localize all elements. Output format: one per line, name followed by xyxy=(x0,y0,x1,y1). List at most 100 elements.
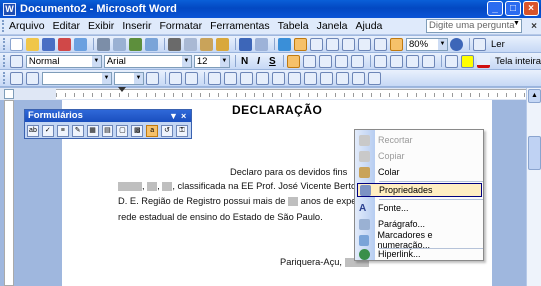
context-item-copy[interactable]: Copiar xyxy=(357,149,482,163)
text-field-icon[interactable]: ab xyxy=(27,124,39,137)
split-cells-icon[interactable] xyxy=(240,71,253,85)
read-button-label[interactable]: Ler xyxy=(491,39,505,50)
autosum-icon[interactable] xyxy=(368,71,381,85)
chevron-down-icon[interactable]: ▼ xyxy=(91,55,101,67)
align-center-icon[interactable] xyxy=(303,54,317,68)
help-icon[interactable] xyxy=(450,37,463,51)
close-button[interactable]: × xyxy=(523,1,539,16)
toolbar-grip-icon[interactable] xyxy=(3,38,7,50)
toolbar-grip-icon[interactable] xyxy=(3,72,7,84)
distribute-columns-icon[interactable] xyxy=(288,71,301,85)
protect-form-icon[interactable]: ⚿ xyxy=(176,124,188,137)
draw-table-icon[interactable] xyxy=(10,71,23,85)
align-cell-icon[interactable] xyxy=(256,71,269,85)
new-document-icon[interactable] xyxy=(10,37,23,51)
borders-icon[interactable] xyxy=(445,54,459,68)
context-item-paste[interactable]: Colar xyxy=(357,165,482,179)
form-field[interactable] xyxy=(118,182,142,192)
outside-border-icon[interactable] xyxy=(169,71,182,85)
menu-ferramentas[interactable]: Ferramentas xyxy=(206,20,274,32)
field-shading-icon[interactable]: ▩ xyxy=(131,124,144,137)
font-size-select[interactable]: 12 ▼ xyxy=(193,54,230,68)
spelling-icon[interactable] xyxy=(129,37,142,51)
bold-button[interactable]: N xyxy=(239,56,251,67)
help-question-input[interactable]: Digite uma pergunta xyxy=(426,19,522,33)
sort-descending-icon[interactable] xyxy=(352,71,365,85)
shading-color-icon[interactable] xyxy=(185,71,198,85)
decrease-indent-icon[interactable] xyxy=(406,54,420,68)
save-icon[interactable] xyxy=(42,37,55,51)
context-item-bullets[interactable]: Marcadores e numeração... xyxy=(357,230,482,250)
drawing-icon[interactable] xyxy=(358,37,371,51)
styles-pane-icon[interactable] xyxy=(9,54,23,68)
line-weight-select[interactable]: ▼ xyxy=(114,71,144,85)
context-item-paragraph[interactable]: Parágrafo... xyxy=(357,217,482,231)
word-app-icon[interactable]: W xyxy=(3,2,16,16)
insert-excel-icon[interactable] xyxy=(326,37,339,51)
form-field[interactable] xyxy=(162,182,173,192)
dropdown-field-icon[interactable]: ≡ xyxy=(56,124,69,137)
context-item-hyperlink[interactable]: Hiperlink... xyxy=(357,247,482,261)
font-select[interactable]: Arial ▼ xyxy=(103,54,192,68)
form-field[interactable] xyxy=(147,182,158,192)
context-item-properties[interactable]: Propriedades xyxy=(357,183,482,197)
maximize-button[interactable]: □ xyxy=(505,1,521,16)
field-options-icon[interactable]: ✎ xyxy=(71,124,84,137)
form-field-shading-icon[interactable]: a xyxy=(146,124,159,137)
menu-exibir[interactable]: Exibir xyxy=(84,20,118,32)
tables-borders-icon[interactable] xyxy=(294,37,307,51)
forms-toolbar-title[interactable]: Formulários ▼ × xyxy=(25,110,191,122)
highlight-icon[interactable] xyxy=(461,54,475,68)
line-spacing-icon[interactable] xyxy=(351,54,365,68)
horizontal-ruler[interactable] xyxy=(56,89,526,99)
chevron-down-icon[interactable]: ▼ xyxy=(102,72,111,84)
email-icon[interactable] xyxy=(74,37,87,51)
menu-editar[interactable]: Editar xyxy=(49,20,84,32)
menu-tabela[interactable]: Tabela xyxy=(274,20,313,32)
format-painter-icon[interactable] xyxy=(216,37,229,51)
distribute-rows-icon[interactable] xyxy=(272,71,285,85)
increase-indent-icon[interactable] xyxy=(422,54,436,68)
align-left-icon[interactable] xyxy=(287,54,301,68)
close-icon[interactable]: × xyxy=(181,110,186,122)
menu-ajuda[interactable]: Ajuda xyxy=(352,20,387,32)
insert-table-icon[interactable]: ▤ xyxy=(101,124,114,137)
vertical-scrollbar[interactable]: ▲ xyxy=(526,88,541,286)
document-map-icon[interactable] xyxy=(374,37,387,51)
checkbox-field-icon[interactable]: ✓ xyxy=(41,124,54,137)
form-field[interactable] xyxy=(288,197,299,207)
numbering-icon[interactable] xyxy=(374,54,388,68)
border-color-icon[interactable] xyxy=(146,71,159,85)
context-item-font[interactable]: A Fonte... xyxy=(357,201,482,215)
sort-ascending-icon[interactable] xyxy=(336,71,349,85)
cut-icon[interactable] xyxy=(168,37,181,51)
menu-formatar[interactable]: Formatar xyxy=(156,20,207,32)
toolbar-options-icon[interactable]: ▼ xyxy=(169,110,178,122)
zoom-select[interactable]: 80% ▼ xyxy=(406,37,448,51)
print-preview-icon[interactable] xyxy=(113,37,126,51)
minimize-button[interactable]: _ xyxy=(487,1,503,16)
indent-marker-icon[interactable] xyxy=(118,87,126,92)
bullets-icon[interactable] xyxy=(390,54,404,68)
style-select[interactable]: Normal ▼ xyxy=(25,54,102,68)
merge-cells-icon[interactable] xyxy=(224,71,237,85)
font-color-icon[interactable] xyxy=(477,54,491,68)
undo-icon[interactable] xyxy=(239,37,252,51)
columns-icon[interactable] xyxy=(342,37,355,51)
draw-table-icon[interactable]: ▦ xyxy=(86,124,99,137)
vertical-ruler[interactable] xyxy=(4,100,14,286)
tab-selector-icon[interactable] xyxy=(4,89,14,99)
permission-icon[interactable] xyxy=(58,37,71,51)
redo-icon[interactable] xyxy=(255,37,268,51)
autoformat-icon[interactable] xyxy=(304,71,317,85)
underline-button[interactable]: S xyxy=(266,56,278,67)
eraser-icon[interactable] xyxy=(26,71,39,85)
menu-arquivo[interactable]: Arquivo xyxy=(5,20,49,32)
menu-inserir[interactable]: Inserir xyxy=(118,20,155,32)
hyperlink-icon[interactable] xyxy=(278,37,291,51)
menu-janela[interactable]: Janela xyxy=(313,20,352,32)
insert-frame-icon[interactable]: ▢ xyxy=(116,124,129,137)
context-item-cut[interactable]: Recortar xyxy=(357,133,482,147)
read-icon[interactable] xyxy=(473,37,486,51)
research-icon[interactable] xyxy=(145,37,158,51)
